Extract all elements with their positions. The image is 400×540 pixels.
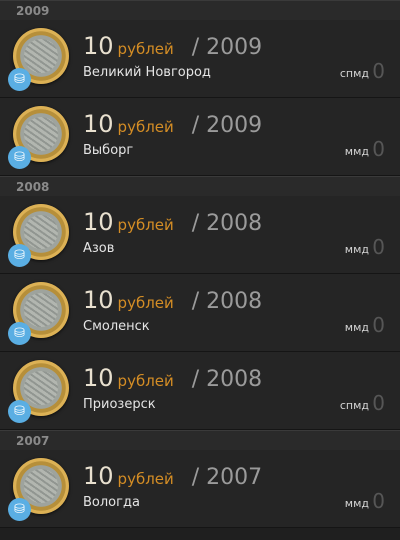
mint-label: ммд: [344, 497, 369, 510]
basket-icon[interactable]: ⛁: [8, 498, 31, 521]
owned-count: 0: [372, 235, 385, 259]
coin-list-item[interactable]: ⛁ 10 рублей/ 2008 Смоленск ммд 0: [0, 274, 400, 352]
section-header-2009: 2009: [0, 0, 400, 20]
coin-list-item[interactable]: ⛁ 10 рублей/ 2008 Азов ммд 0: [0, 196, 400, 274]
section-header-2008: 2008: [0, 176, 400, 196]
coin-list-item[interactable]: ⛁ 10 рублей/ 2009 Выборг ммд 0: [0, 98, 400, 176]
coin-city: Смоленск: [83, 319, 150, 334]
coin-title: 10 рублей/ 2008: [83, 208, 263, 236]
owned-count: 0: [372, 489, 385, 513]
mint-label: спмд: [339, 399, 369, 412]
owned-count: 0: [372, 137, 385, 161]
mint-label: ммд: [344, 145, 369, 158]
owned-count: 0: [372, 391, 385, 415]
owned-count: 0: [372, 59, 385, 83]
coin-city: Великий Новгород: [83, 65, 211, 80]
section-header-2007: 2007: [0, 430, 400, 450]
coin-city: Азов: [83, 241, 115, 256]
basket-icon[interactable]: ⛁: [8, 322, 31, 345]
basket-icon[interactable]: ⛁: [8, 400, 31, 423]
coin-catalog-list: 2009 ⛁ 10 рублей/ 2009 Великий Новгород с…: [0, 0, 400, 540]
coin-title: 10 рублей/ 2008: [83, 286, 263, 314]
coin-title: 10 рублей/ 2009: [83, 110, 263, 138]
mint-label: ммд: [344, 321, 369, 334]
coin-title: 10 рублей/ 2007: [83, 462, 263, 490]
coin-list-item[interactable]: ⛁ 10 рублей/ 2008 Приозерск спмд 0: [0, 352, 400, 430]
owned-count: 0: [372, 313, 385, 337]
basket-icon[interactable]: ⛁: [8, 244, 31, 267]
mint-label: спмд: [339, 67, 369, 80]
basket-icon[interactable]: ⛁: [8, 146, 31, 169]
coin-title: 10 рублей/ 2008: [83, 364, 263, 392]
coin-city: Выборг: [83, 143, 134, 158]
mint-label: ммд: [344, 243, 369, 256]
basket-icon[interactable]: ⛁: [8, 68, 31, 91]
coin-city: Приозерск: [83, 397, 156, 412]
coin-title: 10 рублей/ 2009: [83, 32, 263, 60]
coin-list-item[interactable]: ⛁ 10 рублей/ 2009 Великий Новгород спмд 0: [0, 20, 400, 98]
coin-city: Вологда: [83, 495, 140, 510]
coin-list-item[interactable]: ⛁ 10 рублей/ 2007 Вологда ммд 0: [0, 450, 400, 528]
